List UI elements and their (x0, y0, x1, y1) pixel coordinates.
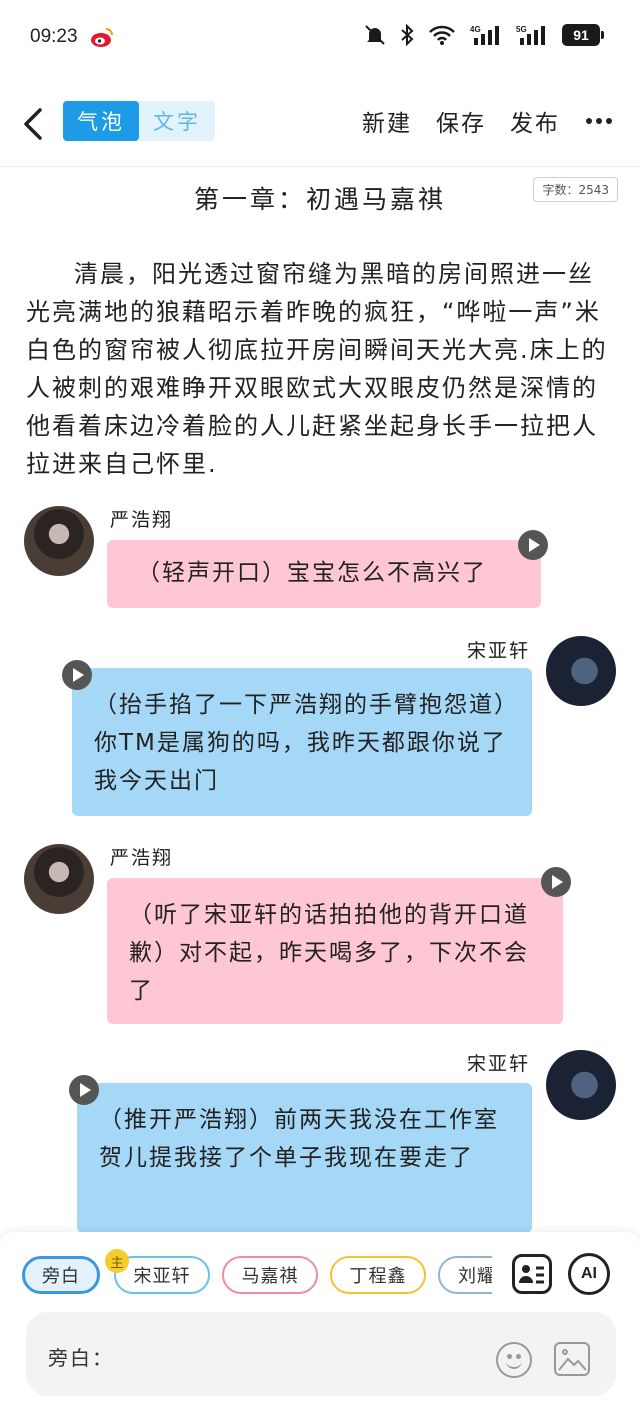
chat-bubble[interactable]: （推开严浩翔）前两天我没在工作室贺儿提我接了个单子我现在要走了 (77, 1083, 532, 1233)
battery-level: 91 (573, 27, 589, 43)
lead-role-badge: 主 (105, 1249, 129, 1273)
more-options-icon[interactable] (584, 118, 614, 124)
tab-bubble-mode[interactable]: 气泡 (63, 101, 139, 141)
avatar-yan-haoxiang[interactable] (24, 506, 94, 576)
speaker-name: 严浩翔 (110, 847, 174, 869)
character-chip-ding-chengxin[interactable]: 丁程鑫 (330, 1256, 426, 1294)
status-bar: 09:23 4G 5G 91 (0, 0, 640, 78)
tab-text-mode[interactable]: 文字 (139, 101, 215, 141)
battery-icon: 91 (562, 24, 604, 46)
emoji-icon[interactable] (496, 1342, 532, 1378)
mute-bell-icon (365, 25, 385, 45)
chat-bubble[interactable]: （轻声开口）宝宝怎么不高兴了 (107, 540, 541, 608)
avatar-song-yaxuan[interactable] (546, 1050, 616, 1120)
avatar-yan-haoxiang[interactable] (24, 844, 94, 914)
image-icon[interactable] (554, 1342, 590, 1376)
character-selector[interactable]: 旁白 宋亚轩 马嘉祺 丁程鑫 刘耀文 (22, 1256, 492, 1296)
bluetooth-icon (401, 24, 414, 46)
signal-4g-icon: 4G (470, 25, 499, 45)
weibo-icon (91, 28, 113, 47)
toolbar-divider (0, 166, 640, 167)
signal-5g-icon: 5G (516, 25, 545, 45)
character-chip-ma-jiaqi[interactable]: 马嘉祺 (222, 1256, 318, 1294)
character-chip-liu-yaowen[interactable]: 刘耀文 (438, 1256, 492, 1294)
play-voice-icon[interactable] (541, 867, 571, 897)
play-voice-icon[interactable] (62, 660, 92, 690)
mode-switch: 气泡 文字 (63, 101, 215, 141)
new-button[interactable]: 新建 (362, 104, 412, 138)
status-time: 09:23 (30, 26, 78, 47)
back-arrow-icon[interactable] (18, 104, 48, 144)
word-count-badge: 字数：2543 (533, 177, 618, 202)
speaker-name: 宋亚轩 (467, 1053, 531, 1075)
avatar-song-yaxuan[interactable] (546, 636, 616, 706)
wifi-icon (429, 25, 455, 45)
character-card-icon[interactable] (512, 1254, 552, 1294)
chat-bubble[interactable]: （抬手掐了一下严浩翔的手臂抱怨道）你TM是属狗的吗，我昨天都跟你说了我今天出门 (72, 668, 532, 816)
chat-bubble[interactable]: （听了宋亚轩的话拍拍他的背开口道歉）对不起，昨天喝多了，下次不会了 (107, 878, 563, 1024)
publish-button[interactable]: 发布 (510, 104, 560, 138)
svg-text:5G: 5G (516, 25, 527, 34)
editor-toolbar: 气泡 文字 新建 保存 发布 (0, 96, 640, 154)
play-voice-icon[interactable] (518, 530, 548, 560)
character-chip-narrator[interactable]: 旁白 (22, 1256, 100, 1294)
play-voice-icon[interactable] (69, 1075, 99, 1105)
save-button[interactable]: 保存 (436, 104, 486, 138)
svg-text:4G: 4G (470, 25, 481, 34)
composer-panel: 旁白 宋亚轩 马嘉祺 丁程鑫 刘耀文 主 AI 旁白： (0, 1232, 640, 1422)
input-speaker-label: 旁白： (48, 1346, 114, 1370)
speaker-name: 宋亚轩 (467, 640, 531, 662)
speaker-name: 严浩翔 (110, 509, 174, 531)
narration-paragraph[interactable]: 清晨，阳光透过窗帘缝为黑暗的房间照进一丝光亮满地的狼藉昭示着昨晚的疯狂，“哗啦一… (26, 255, 616, 483)
ai-assistant-icon[interactable]: AI (568, 1253, 610, 1295)
message-input[interactable]: 旁白： (26, 1312, 616, 1396)
